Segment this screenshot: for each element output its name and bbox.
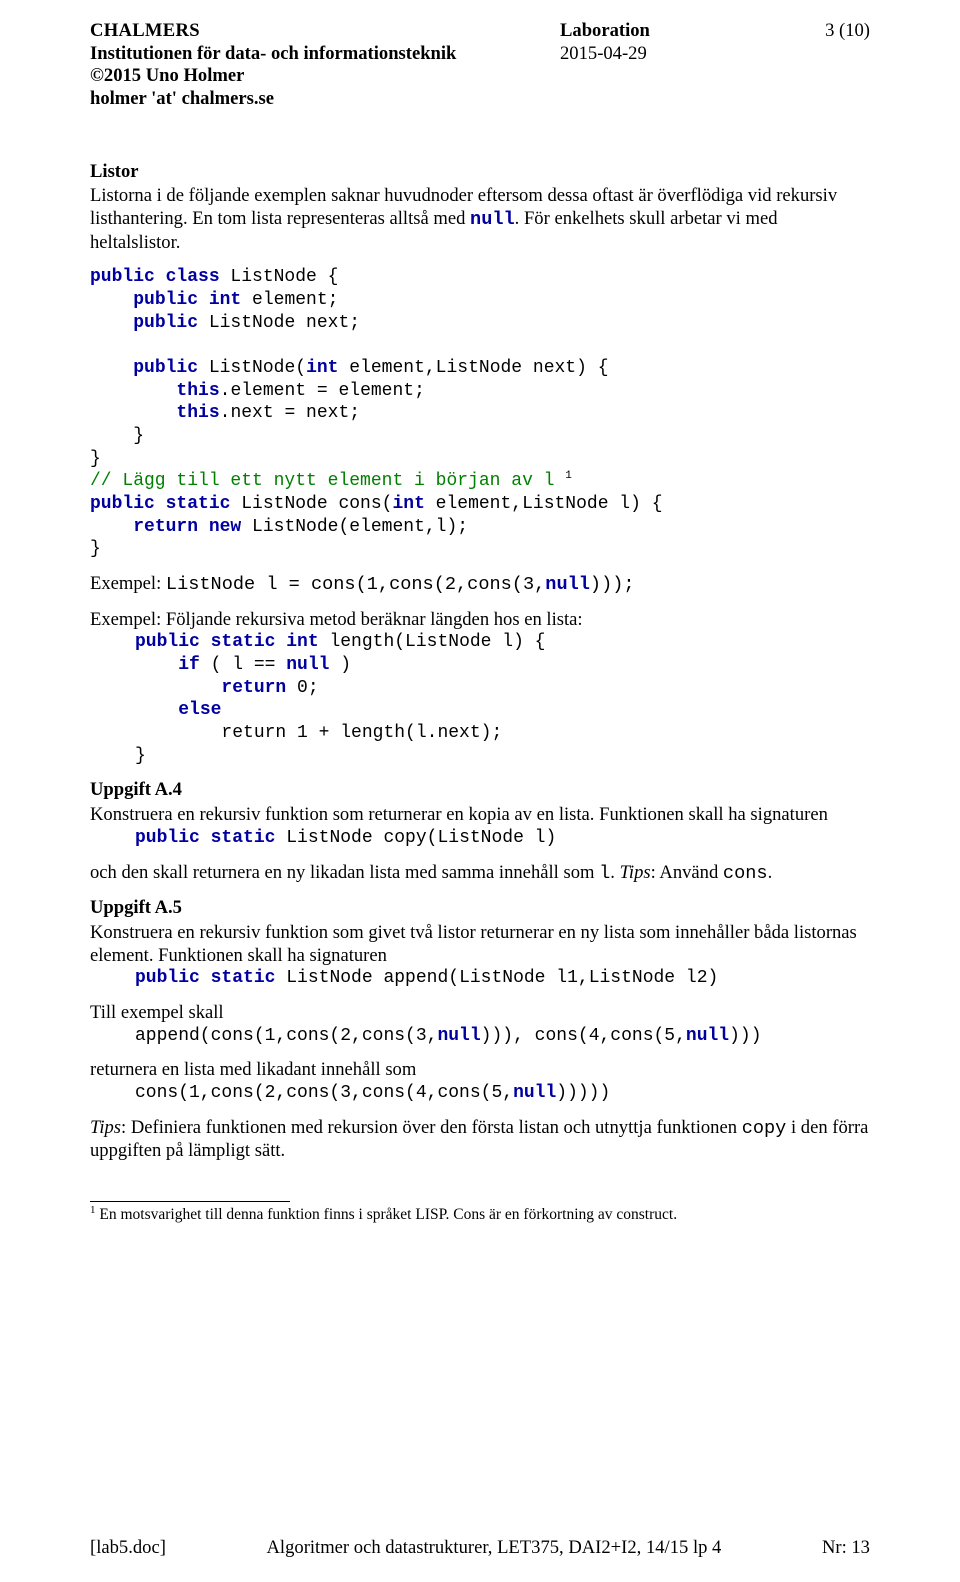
a5-title: Uppgift A.5 [90,897,870,920]
header-right: 3 (10) [825,20,870,111]
a5-p3: returnera en lista med likadant innehåll… [90,1059,870,1082]
null-keyword: null [470,209,515,230]
header-dept: Institutionen för data- och informations… [90,43,456,66]
a4-p1: Konstruera en rekursiv funktion som retu… [90,804,870,827]
header-chalmers: CHALMERS [90,20,456,43]
listor-para1: Listorna i de följande exemplen saknar h… [90,185,870,254]
footer-right: Nr: 13 [822,1537,870,1560]
a5-p1: Konstruera en rekursiv funktion som give… [90,922,870,967]
example1: Exempel: ListNode l = cons(1,cons(2,cons… [90,573,870,597]
code-length: public static int length(ListNode l) { i… [90,631,870,767]
header-page: 3 (10) [825,20,870,43]
footnote-rule [90,1201,290,1202]
footer-left: [lab5.doc] [90,1537,166,1560]
header-lab: Laboration [560,20,650,43]
a5-code2: cons(1,cons(2,cons(3,cons(4,cons(5,null)… [90,1082,870,1105]
section-listor-title: Listor [90,161,870,184]
a4-p2: och den skall returnera en ny likadan li… [90,862,870,886]
a5-p2: Till exempel skall [90,1002,870,1025]
a4-title: Uppgift A.4 [90,779,870,802]
header-email: holmer 'at' chalmers.se [90,88,456,111]
a5-code1: append(cons(1,cons(2,cons(3,null))), con… [90,1025,870,1048]
header-date: 2015-04-29 [560,43,650,66]
a4-sig: public static ListNode copy(ListNode l) [90,827,870,850]
header-copyright: ©2015 Uno Holmer [90,65,456,88]
a5-p4: Tips: Definiera funktionen med rekursion… [90,1117,870,1163]
header-left: CHALMERS Institutionen för data- och inf… [90,20,456,111]
example2: Exempel: Följande rekursiva metod beräkn… [90,609,870,632]
footer: [lab5.doc] Algoritmer och datastrukturer… [90,1537,870,1560]
a5-sig: public static ListNode append(ListNode l… [90,967,870,990]
footer-center: Algoritmer och datastrukturer, LET375, D… [267,1537,722,1560]
header-center: Laboration 2015-04-29 [560,20,650,65]
code-listnode: public class ListNode { public int eleme… [90,266,870,561]
footnote: 1 En motsvarighet till denna funktion fi… [90,1206,870,1225]
